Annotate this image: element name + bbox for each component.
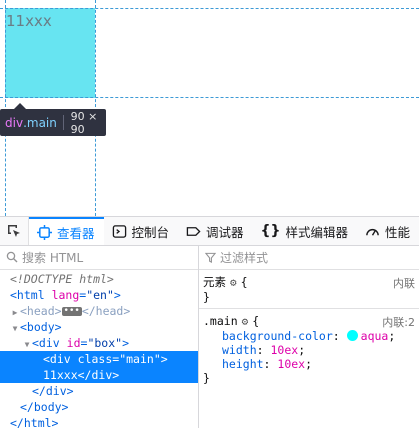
- rules-pane: 过滤样式 元素 ⚙ { 内联 } .main ⚙ { 内联:2 backgrou…: [199, 245, 419, 428]
- property-value[interactable]: aqua: [361, 329, 389, 343]
- html-search-placeholder: 搜索 HTML: [22, 250, 84, 265]
- markup-pane: 搜索 HTML <!DOCTYPE html> <html lang="en">…: [0, 245, 199, 431]
- filter-icon: [205, 252, 216, 263]
- property-value[interactable]: 10ex: [277, 357, 305, 371]
- infobar-tag: div: [5, 115, 24, 130]
- tab-console[interactable]: 控制台: [104, 217, 179, 245]
- markup-node-div-main-content[interactable]: 11xxx</div>: [0, 367, 198, 383]
- property-value[interactable]: 10ex: [270, 343, 298, 357]
- inspector-icon: [37, 224, 52, 240]
- highlighter-infobar: div .main 90 × 90: [0, 103, 106, 136]
- guide-top: [0, 8, 419, 9]
- debugger-icon: [186, 226, 201, 236]
- markup-node-body[interactable]: ▼ <body>: [0, 319, 198, 335]
- tab-performance-label: 性能: [385, 224, 411, 240]
- element-picker-icon: [8, 225, 20, 237]
- color-swatch-icon[interactable]: [346, 330, 358, 341]
- markup-node-html[interactable]: <html lang="en">: [0, 287, 198, 303]
- markup-close-div[interactable]: </div>: [0, 383, 198, 399]
- devtools-panes: 搜索 HTML <!DOCTYPE html> <html lang="en">…: [0, 245, 419, 431]
- tab-console-label: 控制台: [131, 224, 170, 240]
- markup-close-html[interactable]: </html>: [0, 415, 198, 431]
- rule-main: .main ⚙ { 内联:2 background-color: aqua; w…: [203, 314, 415, 385]
- guide-bottom: [0, 97, 419, 98]
- property-name[interactable]: background-color: [222, 329, 333, 343]
- markup-node-doctype[interactable]: <!DOCTYPE html>: [0, 271, 198, 287]
- devtools-toolbar: 查看器 控制台 调试器 {} 样式编辑器 性能: [0, 216, 419, 246]
- main-text-node: 11xxx: [43, 368, 78, 382]
- tab-style-editor-label: 样式编辑器: [285, 224, 348, 240]
- page-viewport: 11xxx div .main 90 × 90: [0, 0, 419, 216]
- tab-debugger-label: 调试器: [206, 224, 244, 240]
- markup-node-head[interactable]: ▶ <head> ••• </head>: [0, 303, 198, 319]
- box-id-value: "box": [87, 336, 123, 350]
- style-editor-icon: {}: [260, 223, 281, 239]
- markup-node-div-box[interactable]: ▼ <div id="box">: [0, 335, 198, 351]
- tab-inspector[interactable]: 查看器: [29, 217, 104, 245]
- markup-close-body[interactable]: </body>: [0, 399, 198, 415]
- tab-debugger[interactable]: 调试器: [178, 217, 253, 245]
- main-selector: .main: [203, 314, 238, 328]
- infobar-class: .main: [23, 115, 57, 130]
- guide-right: [95, 0, 96, 216]
- style-filter-box[interactable]: 过滤样式: [199, 245, 419, 270]
- doctype-text: <!DOCTYPE html>: [10, 272, 114, 286]
- infobar-separator: [62, 115, 64, 130]
- tab-style-editor[interactable]: {} 样式编辑器: [253, 217, 357, 245]
- performance-icon: [366, 228, 379, 236]
- main-div-text: 11xxx: [6, 12, 52, 30]
- declaration-width[interactable]: width: 10ex;: [203, 343, 413, 357]
- gear-icon[interactable]: ⚙: [230, 276, 237, 289]
- guide-left: [5, 0, 6, 216]
- search-icon: [6, 251, 18, 263]
- collapsed-ellipsis-icon[interactable]: •••: [61, 307, 82, 316]
- rules-list: 元素 ⚙ { 内联 } .main ⚙ { 内联:2 background-co…: [199, 270, 419, 389]
- infobar-dimensions: 90 × 90: [70, 109, 98, 136]
- main-rule-source[interactable]: 内联:2: [382, 314, 415, 330]
- property-name[interactable]: height: [222, 357, 264, 371]
- main-class-value: "main": [119, 352, 161, 366]
- style-filter-placeholder: 过滤样式: [220, 250, 269, 265]
- gear-icon[interactable]: ⚙: [242, 315, 249, 328]
- property-name[interactable]: width: [222, 343, 257, 357]
- tab-inspector-label: 查看器: [57, 225, 95, 241]
- html-search-box[interactable]: 搜索 HTML: [0, 245, 198, 270]
- markup-node-div-main-selected[interactable]: <div class="main">: [0, 351, 198, 367]
- tab-performance[interactable]: 性能: [357, 217, 419, 245]
- element-selector: 元素: [203, 275, 226, 289]
- element-picker-button[interactable]: [0, 217, 29, 245]
- declaration-height[interactable]: height: 10ex;: [203, 357, 413, 371]
- markup-tree: <!DOCTYPE html> <html lang="en"> ▶ <head>…: [0, 270, 198, 431]
- html-lang-value: "en": [86, 288, 114, 302]
- console-icon: [112, 224, 126, 238]
- declaration-background-color[interactable]: background-color: aqua;: [203, 329, 413, 343]
- element-rule-source[interactable]: 内联: [393, 275, 415, 291]
- rule-element: 元素 ⚙ { 内联 }: [199, 270, 419, 309]
